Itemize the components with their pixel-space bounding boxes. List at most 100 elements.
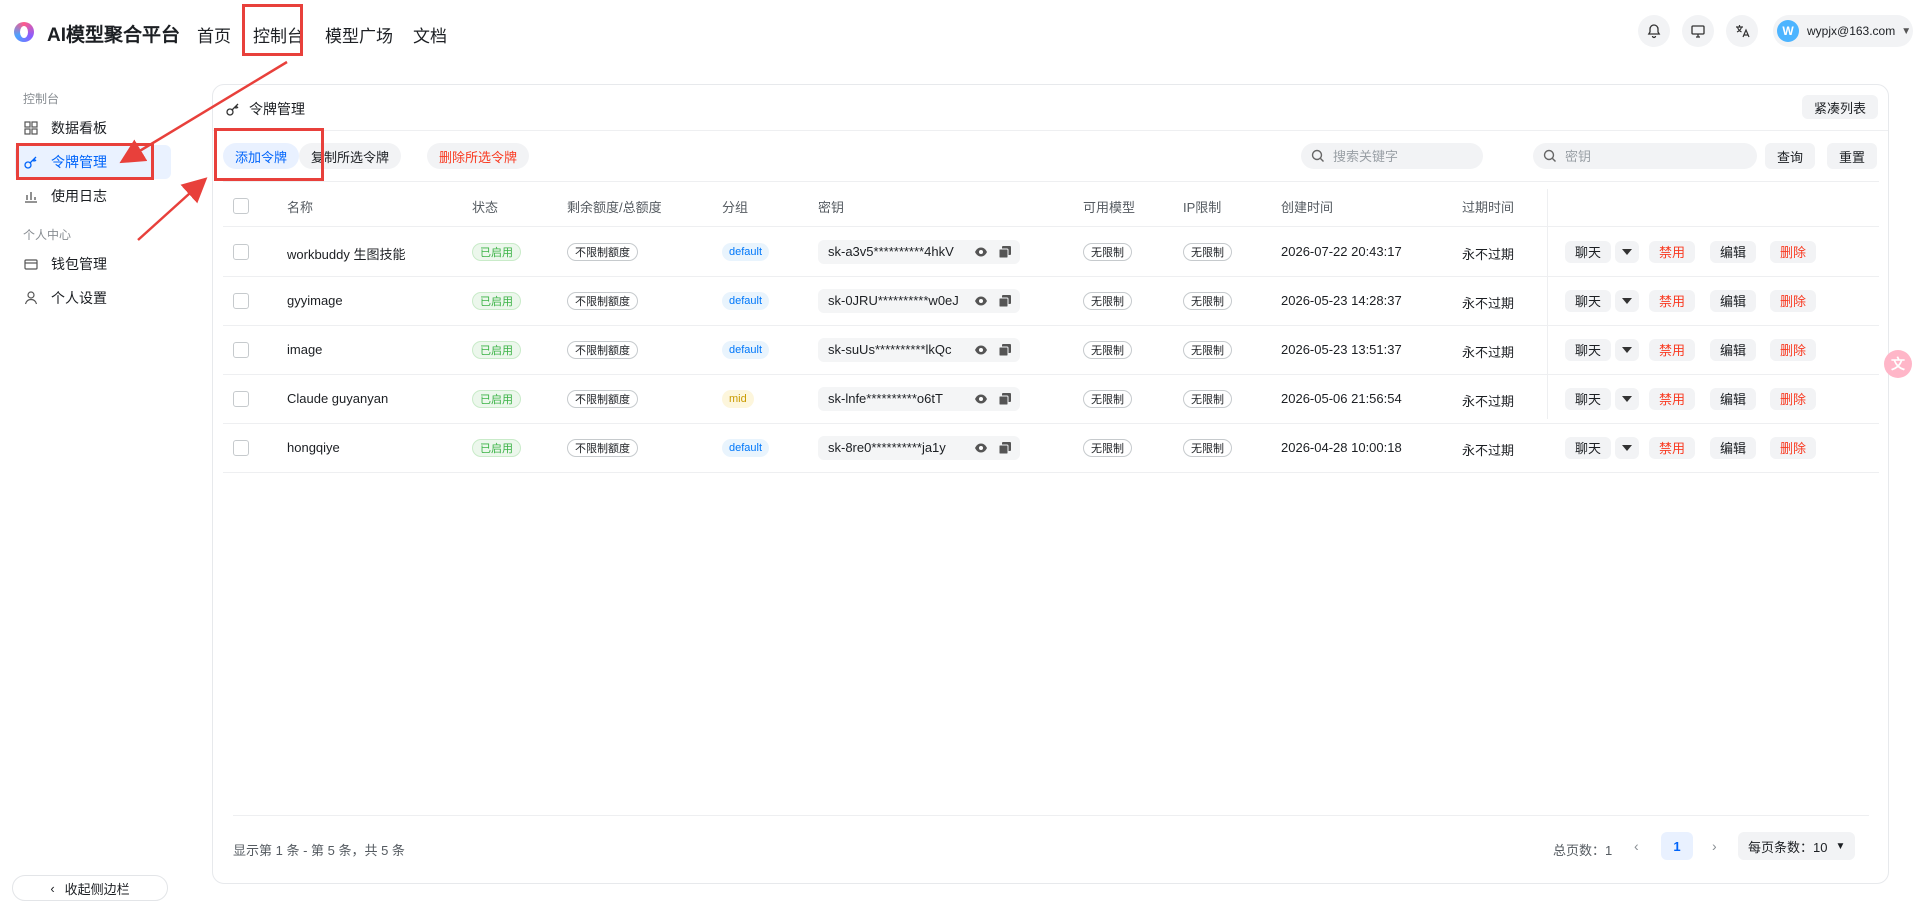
expire-time: 永不过期: [1462, 246, 1515, 262]
card-title-text: 令牌管理: [249, 101, 305, 117]
compact-list-button[interactable]: 紧凑列表: [1801, 95, 1878, 119]
column-header-status[interactable]: 状态: [472, 197, 498, 216]
copy-icon[interactable]: [999, 392, 1011, 405]
disable-button[interactable]: 禁用: [1649, 436, 1696, 459]
delete-button[interactable]: 删除: [1770, 289, 1817, 312]
disable-button[interactable]: 禁用: [1649, 240, 1696, 263]
floating-translate-icon[interactable]: 文: [1884, 350, 1912, 378]
delete-button[interactable]: 删除: [1770, 240, 1817, 263]
chat-button[interactable]: 聊天: [1565, 387, 1612, 410]
quota-badge: 不限制额度: [567, 242, 638, 261]
delete-button[interactable]: 删除: [1770, 338, 1817, 361]
user-menu[interactable]: W wypjx@163.com ▼: [1773, 15, 1913, 47]
sidebar-item-usage-log[interactable]: 使用日志: [15, 179, 171, 213]
key-search-field[interactable]: [1533, 143, 1757, 169]
models-badge: 无限制: [1083, 389, 1132, 408]
column-header-name[interactable]: 名称: [287, 197, 313, 216]
query-button[interactable]: 查询: [1765, 143, 1816, 169]
brand-name[interactable]: AI模型聚合平台: [47, 20, 180, 47]
nav-model-square[interactable]: 模型广场: [325, 22, 393, 47]
copy-icon[interactable]: [999, 245, 1011, 258]
brand-logo-icon[interactable]: [14, 22, 34, 42]
column-header-models[interactable]: 可用模型: [1083, 197, 1135, 216]
row-divider: [223, 374, 1879, 375]
eye-icon[interactable]: [974, 344, 988, 356]
eye-icon[interactable]: [974, 393, 988, 405]
reset-button[interactable]: 重置: [1827, 143, 1878, 169]
disable-button[interactable]: 禁用: [1649, 387, 1696, 410]
delete-button[interactable]: 删除: [1770, 436, 1817, 459]
page-size-label: 每页条数：10: [1748, 839, 1828, 855]
chat-button[interactable]: 聊天: [1565, 240, 1612, 263]
copy-icon[interactable]: [999, 343, 1011, 356]
disable-button[interactable]: 禁用: [1649, 289, 1696, 312]
copy-icon[interactable]: [999, 441, 1011, 454]
edit-button[interactable]: 编辑: [1710, 338, 1757, 361]
bar-chart-icon: [25, 192, 37, 203]
sidebar-item-wallet[interactable]: 钱包管理: [15, 247, 171, 281]
translate-icon[interactable]: [1726, 15, 1758, 47]
nav-docs[interactable]: 文档: [413, 22, 447, 47]
edit-button[interactable]: 编辑: [1710, 289, 1757, 312]
key-search-input[interactable]: [1565, 148, 1745, 164]
keyword-search-field[interactable]: [1301, 143, 1483, 169]
column-header-group[interactable]: 分组: [722, 197, 748, 216]
edit-button[interactable]: 编辑: [1710, 240, 1757, 263]
sidebar-item-dashboard[interactable]: 数据看板: [15, 111, 171, 145]
models-badge: 无限制: [1083, 291, 1132, 310]
user-email: wypjx@163.com: [1807, 24, 1896, 38]
column-header-quota[interactable]: 剩余额度/总额度: [567, 197, 662, 216]
chat-dropdown-chevron-down-icon[interactable]: [1615, 240, 1639, 263]
row-checkbox[interactable]: [233, 292, 249, 309]
eye-icon[interactable]: [974, 442, 988, 454]
column-header-ip-limit[interactable]: IP限制: [1183, 197, 1221, 216]
annotation-box-add-token: [214, 128, 324, 181]
sidebar-item-label: 使用日志: [51, 188, 107, 204]
disable-button[interactable]: 禁用: [1649, 338, 1696, 361]
chat-dropdown-chevron-down-icon[interactable]: [1615, 387, 1639, 410]
token-name: hongqiye: [287, 439, 340, 455]
total-pages-text: 总页数：1: [1553, 843, 1613, 858]
token-name: workbuddy 生图技能: [287, 246, 406, 262]
row-checkbox[interactable]: [233, 439, 249, 456]
row-checkbox[interactable]: [233, 390, 249, 407]
delete-selected-tokens-button[interactable]: 删除所选令牌: [427, 143, 530, 169]
copy-icon[interactable]: [999, 294, 1011, 307]
edit-button[interactable]: 编辑: [1710, 387, 1757, 410]
notification-bell-icon[interactable]: [1638, 15, 1670, 47]
created-time: 2026-05-06 21:56:54: [1281, 390, 1402, 406]
nav-home[interactable]: 首页: [197, 22, 231, 47]
page-size-select[interactable]: 每页条数：10 ▼: [1738, 832, 1856, 860]
models-badge: 无限制: [1083, 438, 1132, 457]
chat-dropdown-chevron-down-icon[interactable]: [1615, 338, 1639, 361]
token-name: image: [287, 341, 323, 357]
chat-dropdown-chevron-down-icon[interactable]: [1615, 436, 1639, 459]
collapse-sidebar-button[interactable]: ‹ 收起侧边栏: [12, 875, 168, 901]
status-badge: 已启用: [472, 438, 521, 457]
column-header-created-time[interactable]: 创建时间: [1281, 197, 1333, 216]
prev-page-chevron-left-icon[interactable]: ‹: [1634, 838, 1639, 854]
token-key-field: sk-a3v5**********4hkV: [818, 239, 1020, 264]
column-header-key[interactable]: 密钥: [818, 197, 844, 216]
monitor-icon[interactable]: [1682, 15, 1714, 47]
chat-button[interactable]: 聊天: [1565, 436, 1612, 459]
row-checkbox[interactable]: [233, 341, 249, 358]
delete-button[interactable]: 删除: [1770, 387, 1817, 410]
edit-button[interactable]: 编辑: [1710, 436, 1757, 459]
token-key-text: sk-a3v5**********4hkV: [828, 244, 954, 259]
select-all-checkbox[interactable]: [233, 198, 249, 214]
sidebar-item-personal-settings[interactable]: 个人设置: [15, 281, 171, 315]
footer-divider: [233, 815, 1869, 816]
column-header-expire-time[interactable]: 过期时间: [1462, 197, 1514, 216]
eye-icon[interactable]: [974, 295, 988, 307]
chat-button[interactable]: 聊天: [1565, 338, 1612, 361]
row-checkbox[interactable]: [233, 243, 249, 260]
status-badge: 已启用: [472, 389, 521, 408]
chat-dropdown-chevron-down-icon[interactable]: [1615, 289, 1639, 312]
eye-icon[interactable]: [974, 246, 988, 258]
chat-button[interactable]: 聊天: [1565, 289, 1612, 312]
next-page-chevron-right-icon[interactable]: ›: [1712, 838, 1717, 854]
current-page-button[interactable]: 1: [1661, 832, 1693, 860]
token-key-text: sk-suUs**********lkQc: [828, 342, 952, 357]
keyword-search-input[interactable]: [1333, 148, 1473, 164]
